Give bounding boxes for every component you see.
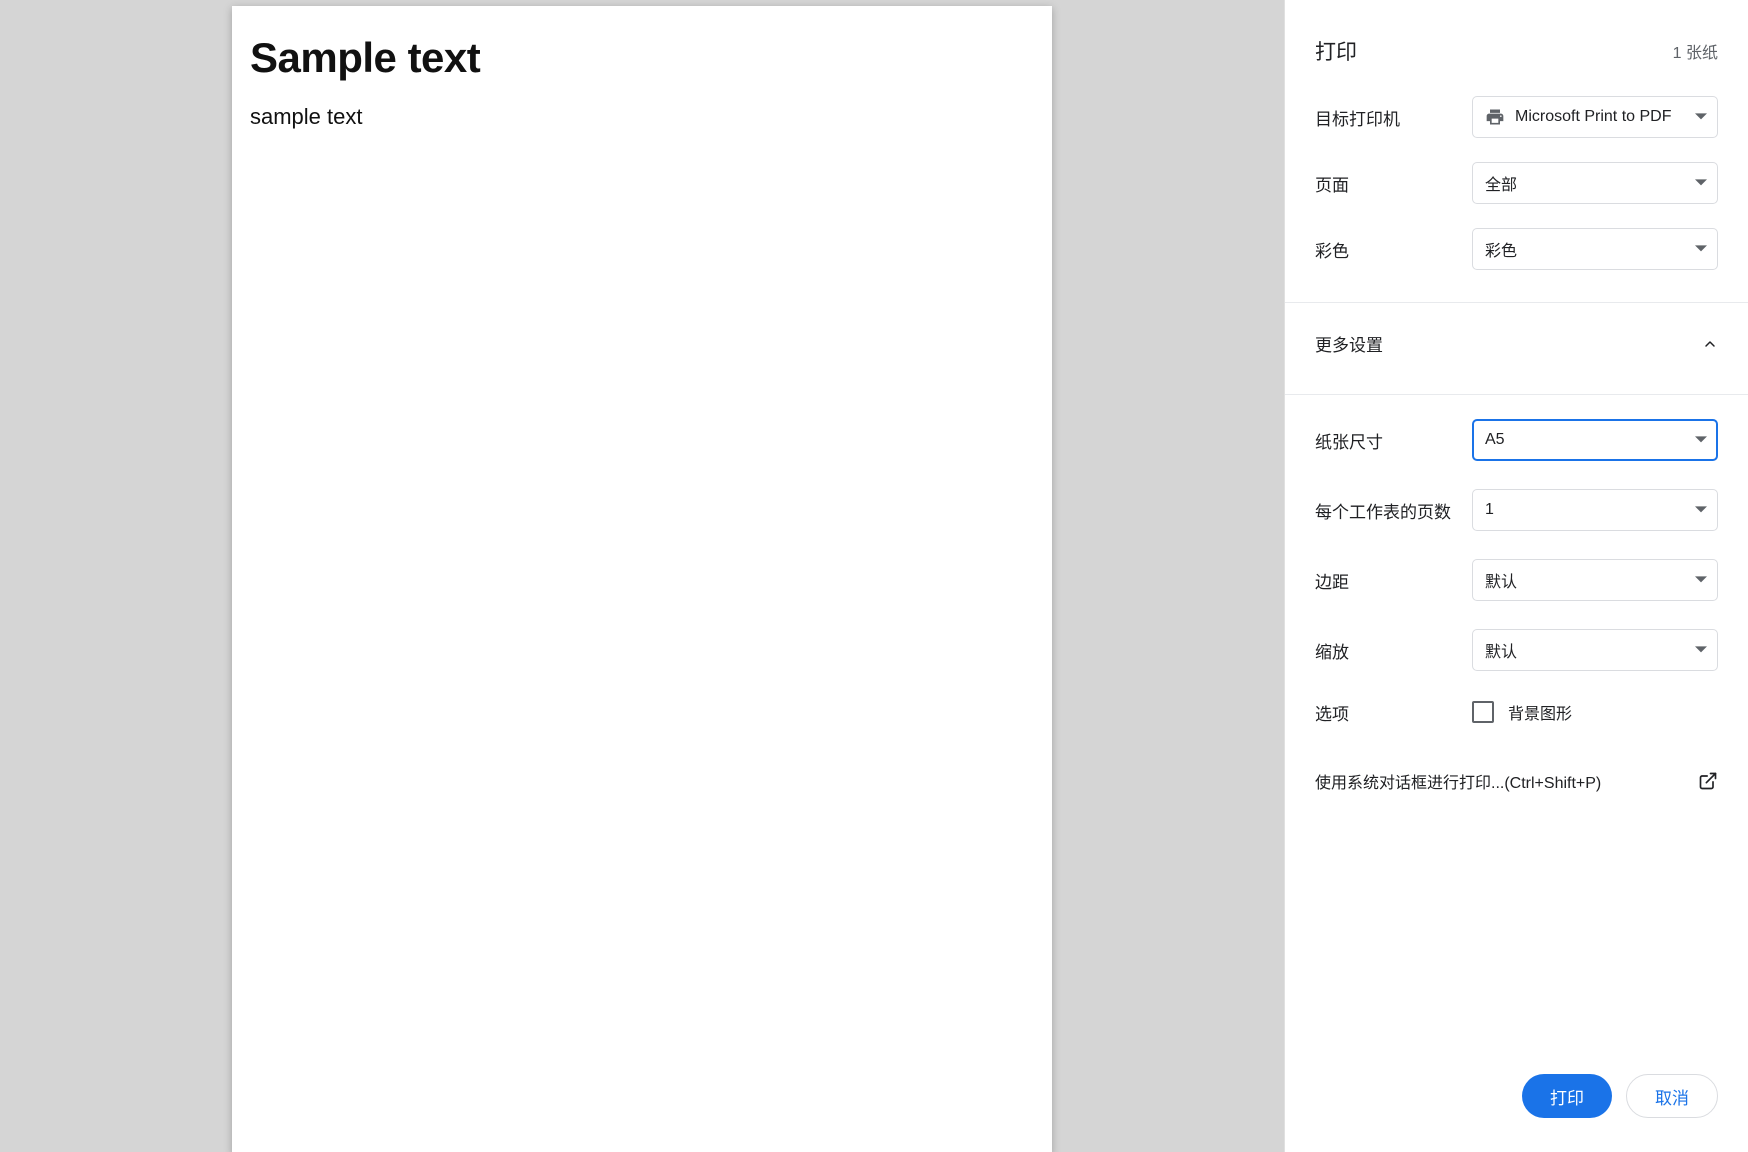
system-dialog-text: 使用系统对话框进行打印...(Ctrl+Shift+P) <box>1315 769 1601 793</box>
pages-row: 页面 全部 <box>1285 150 1748 216</box>
printer-icon <box>1485 107 1505 127</box>
chevron-up-icon <box>1702 336 1718 352</box>
system-dialog-link[interactable]: 使用系统对话框进行打印...(Ctrl+Shift+P) <box>1285 739 1748 803</box>
caret-down-icon <box>1695 243 1707 255</box>
destination-value: Microsoft Print to PDF <box>1515 108 1695 126</box>
panel-header: 打印 1 张纸 <box>1285 0 1748 92</box>
color-label: 彩色 <box>1315 237 1365 262</box>
destination-select[interactable]: Microsoft Print to PDF <box>1472 96 1718 138</box>
caret-down-icon <box>1695 111 1707 123</box>
color-value: 彩色 <box>1485 237 1695 261</box>
open-external-icon <box>1698 771 1718 791</box>
margins-value: 默认 <box>1485 568 1695 592</box>
background-graphics-checkbox[interactable] <box>1472 701 1494 723</box>
cancel-button[interactable]: 取消 <box>1626 1074 1718 1118</box>
scale-select[interactable]: 默认 <box>1472 629 1718 671</box>
panel-title: 打印 <box>1315 36 1357 66</box>
panel-footer: 打印 取消 <box>1285 1040 1748 1152</box>
more-settings-toggle[interactable]: 更多设置 <box>1285 303 1748 384</box>
preview-body-text: sample text <box>250 104 1034 130</box>
caret-down-icon <box>1695 574 1707 586</box>
pages-per-sheet-label: 每个工作表的页数 <box>1315 498 1467 523</box>
background-graphics-option: 背景图形 <box>1472 700 1718 724</box>
paper-size-label: 纸张尺寸 <box>1315 428 1399 453</box>
preview-heading: Sample text <box>250 34 1034 82</box>
caret-down-icon <box>1695 177 1707 189</box>
color-select[interactable]: 彩色 <box>1472 228 1718 270</box>
destination-row: 目标打印机 Microsoft Print to PDF <box>1285 92 1748 150</box>
caret-down-icon <box>1695 504 1707 516</box>
caret-down-icon <box>1695 434 1707 446</box>
paper-size-select[interactable]: A5 <box>1472 419 1718 461</box>
scale-label: 缩放 <box>1315 638 1365 663</box>
margins-select[interactable]: 默认 <box>1472 559 1718 601</box>
print-settings-panel: 打印 1 张纸 目标打印机 Microsoft Print to PDF <box>1284 0 1748 1152</box>
color-row: 彩色 彩色 <box>1285 216 1748 292</box>
more-settings-label: 更多设置 <box>1315 331 1383 356</box>
print-dialog: Sample text sample text 打印 1 张纸 目标打印机 Mi… <box>0 0 1748 1152</box>
pages-per-sheet-value: 1 <box>1485 501 1695 519</box>
more-settings-body: 纸张尺寸 A5 每个工作表的页数 1 <box>1285 395 1748 803</box>
background-graphics-label: 背景图形 <box>1508 700 1572 724</box>
pages-per-sheet-select[interactable]: 1 <box>1472 489 1718 531</box>
scale-value: 默认 <box>1485 638 1695 662</box>
print-settings-scroll[interactable]: 打印 1 张纸 目标打印机 Microsoft Print to PDF <box>1285 0 1748 1040</box>
margins-label: 边距 <box>1315 568 1365 593</box>
paper-size-row: 纸张尺寸 A5 <box>1285 395 1748 475</box>
sheet-count: 1 张纸 <box>1673 39 1718 63</box>
print-button[interactable]: 打印 <box>1522 1074 1612 1118</box>
options-row: 选项 背景图形 <box>1285 685 1748 739</box>
scale-row: 缩放 默认 <box>1285 615 1748 685</box>
options-label: 选项 <box>1315 700 1365 725</box>
print-preview-area: Sample text sample text <box>0 0 1284 1152</box>
preview-page: Sample text sample text <box>232 6 1052 1152</box>
pages-select[interactable]: 全部 <box>1472 162 1718 204</box>
pages-per-sheet-row: 每个工作表的页数 1 <box>1285 475 1748 545</box>
paper-size-value: A5 <box>1485 431 1695 449</box>
margins-row: 边距 默认 <box>1285 545 1748 615</box>
pages-label: 页面 <box>1315 171 1365 196</box>
caret-down-icon <box>1695 644 1707 656</box>
destination-label: 目标打印机 <box>1315 105 1416 130</box>
pages-value: 全部 <box>1485 171 1695 195</box>
